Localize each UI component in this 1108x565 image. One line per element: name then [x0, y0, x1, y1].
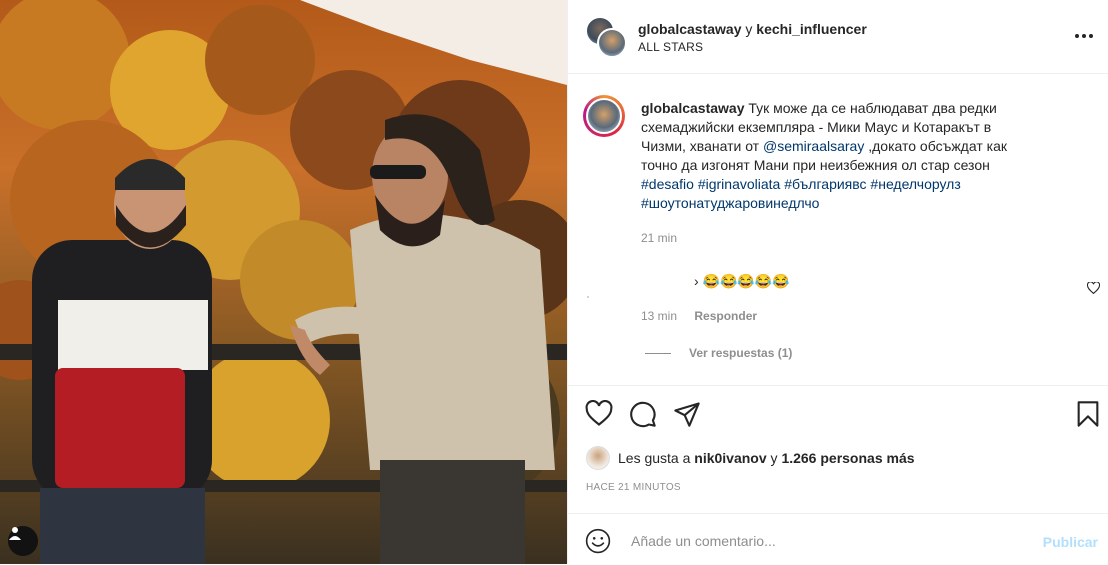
- share-button[interactable]: [673, 400, 701, 428]
- comment-button[interactable]: [629, 400, 657, 428]
- heart-icon: [585, 399, 613, 426]
- bookmark-icon: [1077, 401, 1099, 427]
- comment-input[interactable]: [629, 526, 1013, 556]
- like-button[interactable]: [585, 399, 613, 428]
- caption-username[interactable]: globalcastaway: [641, 100, 745, 116]
- avatar: [597, 28, 627, 58]
- mention-link[interactable]: @semiraalsaray: [763, 138, 864, 154]
- reply-button[interactable]: Responder: [694, 309, 757, 323]
- collab-avatars[interactable]: [585, 16, 627, 58]
- likes-joiner: y: [770, 450, 778, 466]
- view-replies-label: Ver respuestas (1): [689, 346, 793, 360]
- more-options-button[interactable]: [1072, 26, 1096, 46]
- publish-button[interactable]: Publicar: [1043, 534, 1098, 550]
- more-icon: [1075, 34, 1093, 38]
- likes-prefix: Les gusta a: [618, 450, 691, 466]
- location-label[interactable]: ALL STARS: [638, 40, 703, 54]
- comment-time[interactable]: 13 min: [641, 309, 677, 323]
- hashtag-link[interactable]: #шоутонатуджаровинедлчо: [641, 195, 819, 211]
- photo-illustration: [0, 0, 567, 564]
- hashtag-link[interactable]: #неделчорулз: [870, 176, 960, 192]
- avatar[interactable]: [586, 446, 610, 470]
- hashtag-link[interactable]: #desafio: [641, 176, 694, 192]
- username-link[interactable]: kechi_influencer: [756, 21, 867, 37]
- post-header: globalcastaway y kechi_influencer ALL ST…: [568, 0, 1108, 74]
- action-bar: [568, 386, 1108, 442]
- emoji-button[interactable]: [585, 528, 611, 554]
- comments-section[interactable]: globalcastaway Тук може да се наблюдават…: [568, 73, 1108, 386]
- share-icon: [674, 402, 700, 427]
- post-timestamp[interactable]: HACE 21 MINUTOS: [586, 482, 681, 493]
- view-replies-button[interactable]: Ver respuestas (1): [645, 346, 792, 360]
- joiner-text: y: [745, 21, 753, 37]
- hashtag-link[interactable]: #igrinavoliata: [698, 176, 781, 192]
- post-side-panel: globalcastaway y kechi_influencer ALL ST…: [567, 0, 1108, 564]
- user-tag-button[interactable]: [8, 526, 38, 556]
- comment-form: Publicar: [568, 513, 1108, 565]
- caption-time[interactable]: 21 min: [641, 231, 677, 245]
- collab-usernames: globalcastaway y kechi_influencer: [638, 20, 867, 38]
- username-link[interactable]: globalcastaway: [638, 21, 742, 37]
- avatar[interactable]: [583, 95, 625, 137]
- likes-count[interactable]: 1.266 personas más: [781, 450, 914, 466]
- user-tag-icon: [9, 527, 21, 540]
- divider: [645, 352, 671, 354]
- comment-text: › 😂😂😂😂😂: [694, 273, 790, 289]
- hashtag-link[interactable]: #българиявс: [784, 176, 866, 192]
- comment-like-button[interactable]: [1086, 281, 1101, 299]
- heart-icon: [1086, 281, 1101, 295]
- post-photo[interactable]: [0, 0, 567, 564]
- liker-username[interactable]: nik0ivanov: [694, 450, 766, 466]
- save-button[interactable]: [1074, 400, 1102, 428]
- comment-meta: 13 min Responder: [641, 309, 757, 323]
- comment-icon: [630, 401, 656, 428]
- likes-summary: Les gusta a nik0ivanov y 1.266 personas …: [586, 446, 915, 470]
- decoration-mark: [587, 296, 589, 298]
- emoji-icon: [585, 528, 611, 554]
- post-caption: globalcastaway Тук може да се наблюдават…: [641, 99, 1036, 213]
